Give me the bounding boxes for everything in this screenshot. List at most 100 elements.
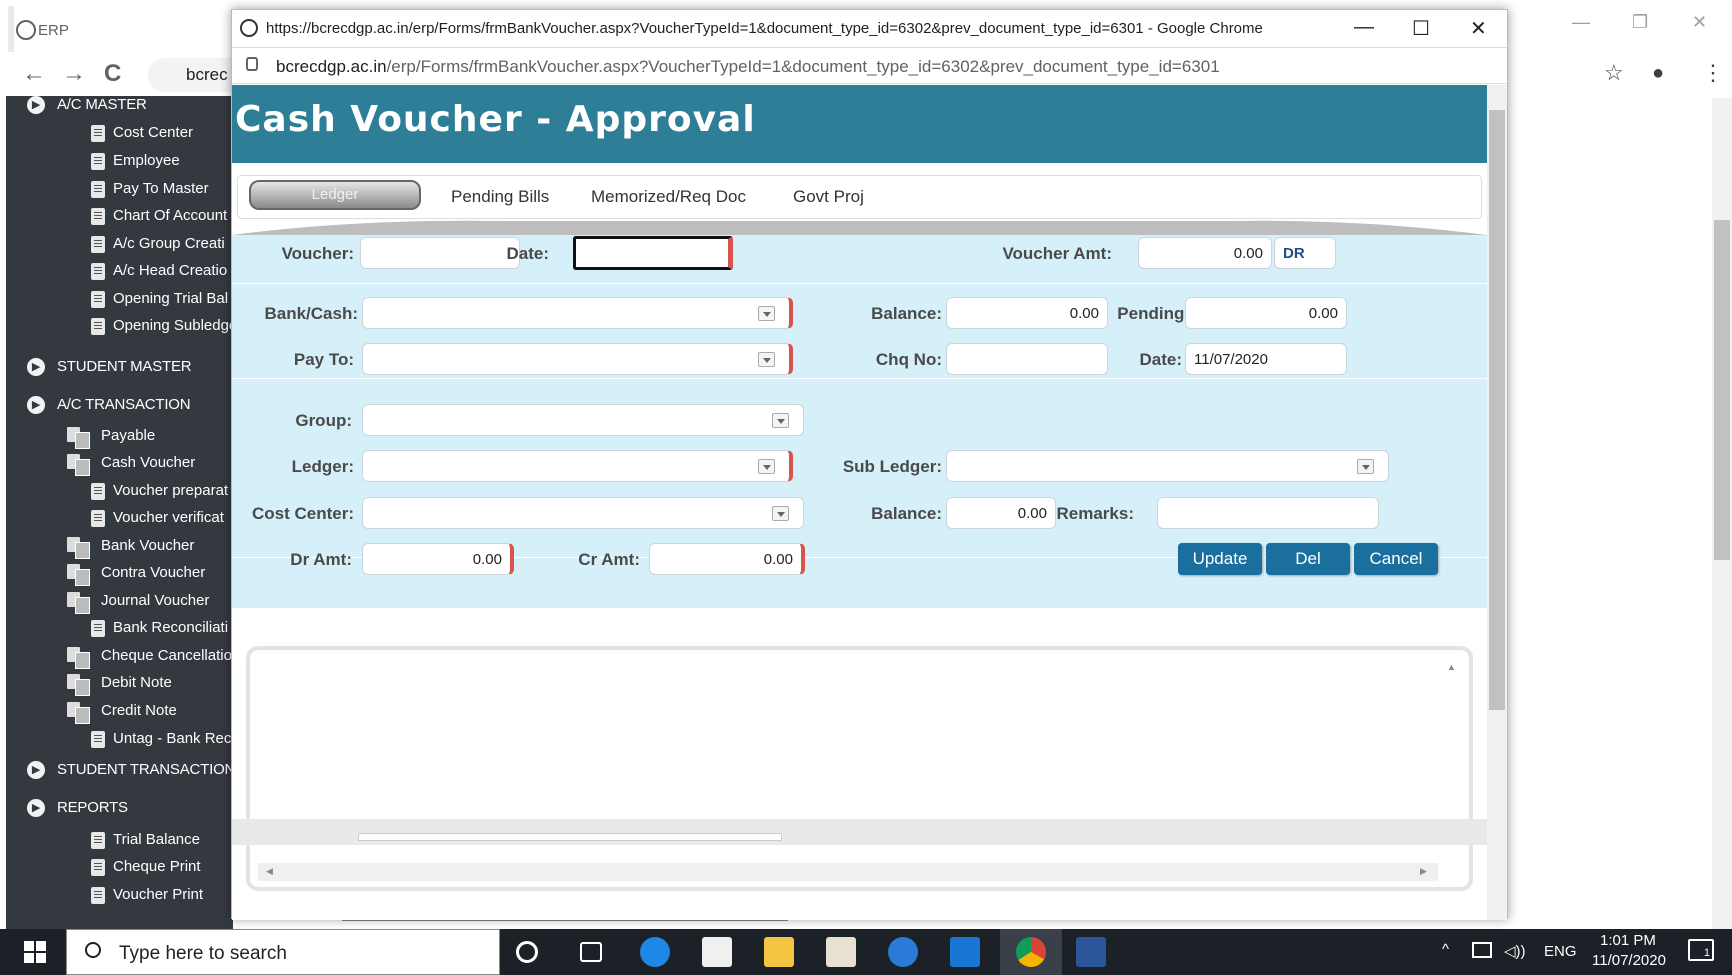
sidebar-item-opening-subledger[interactable]: Opening Subledge [91,317,233,335]
sidebar-item-cash-voucher[interactable]: Cash Voucher [67,454,195,476]
minimize-button[interactable]: — [1354,16,1374,39]
restore-button[interactable]: ❐ [1632,12,1648,33]
reload-icon[interactable]: C [104,60,121,88]
sidebar-item-payable[interactable]: Payable [67,427,155,449]
sidebar-item-ac-group-creation[interactable]: A/c Group Creati [91,235,225,253]
expand-icon: ▶ [27,761,45,779]
pay-to-select[interactable] [362,343,793,375]
voucher-form: Voucher: Date: Voucher Amt: 0.00 DR Bank… [232,235,1487,608]
sidebar-item-ac-head-creation[interactable]: A/c Head Creatio [91,262,227,280]
store-icon[interactable] [702,937,732,967]
url-domain: bcrecdgp.ac.in [276,57,387,76]
tab-pending-bills[interactable]: Pending Bills [451,187,549,207]
volume-icon[interactable]: ◁)) [1504,942,1526,960]
forward-arrow-icon[interactable]: → [62,60,86,88]
language-indicator[interactable]: ENG [1544,943,1577,960]
sidebar-item-credit-note[interactable]: Credit Note [67,702,177,724]
internet-explorer-icon[interactable] [888,937,918,967]
back-arrow-icon[interactable]: ← [22,60,46,88]
sidebar-item-chart-of-account[interactable]: Chart Of Account [91,207,227,225]
sidebar-item-trial-balance[interactable]: Trial Balance [91,831,200,849]
sidebar-item-pay-to-master[interactable]: Pay To Master [91,180,209,198]
minimize-button[interactable]: — [1572,12,1590,33]
tray-chevron-icon[interactable]: ^ [1442,941,1449,958]
chq-date-input[interactable]: 11/07/2020 [1185,343,1347,375]
chevron-down-icon[interactable] [758,352,775,367]
chq-no-input[interactable] [946,343,1108,375]
del-button[interactable]: Del [1266,543,1350,575]
cr-amt-input[interactable]: 0.00 [649,543,805,575]
sidebar-item-voucher-print[interactable]: Voucher Print [91,886,203,904]
scroll-right-arrow-icon[interactable]: ▶ [1420,866,1427,877]
sidebar-item-journal-voucher[interactable]: Journal Voucher [67,592,209,614]
sidebar-item-voucher-verification[interactable]: Voucher verificat [91,509,224,527]
dr-amt-input[interactable]: 0.00 [362,543,514,575]
cost-center-select[interactable] [362,497,804,529]
sidebar-section-ac-transaction[interactable]: ▶ A/C TRANSACTION [27,396,191,414]
edge-icon[interactable] [640,937,670,967]
popup-url-bar[interactable]: bcrecdgp.ac.in/erp/Forms/frmBankVoucher.… [232,48,1507,84]
voucher-grid[interactable]: ▲ ▼ ◀ ▶ [246,646,1473,891]
taskbar-search-box[interactable]: Type here to search [66,929,500,975]
sidebar-item-bank-reconciliation[interactable]: Bank Reconciliati [91,619,228,637]
date-input[interactable] [573,236,733,270]
chevron-down-icon[interactable] [758,459,775,474]
chevron-down-icon[interactable] [772,413,789,428]
sub-ledger-select[interactable] [946,450,1389,482]
bank-cash-select[interactable] [362,297,793,329]
close-button[interactable]: ✕ [1470,16,1487,41]
update-button[interactable]: Update [1178,543,1262,575]
sidebar-item-debit-note[interactable]: Debit Note [67,674,172,696]
mail-icon[interactable] [950,937,980,967]
network-icon[interactable] [1472,942,1492,958]
sidebar-section-student-master[interactable]: ▶ STUDENT MASTER [27,358,192,376]
sidebar-item-cost-center[interactable]: Cost Center [91,124,193,142]
sidebar-item-cheque-cancellation[interactable]: Cheque Cancellatio [67,647,232,669]
popup-vertical-scroll-thumb[interactable] [1489,110,1505,710]
sidebar-item-opening-trial-balance[interactable]: Opening Trial Bal [91,290,228,308]
ledger-select[interactable] [362,450,793,482]
cortana-icon[interactable] [516,941,538,963]
popup-horizontal-scroll-thumb[interactable] [358,833,782,841]
close-button[interactable]: ✕ [1692,12,1707,33]
background-tab-erp[interactable]: ERP [8,6,238,52]
menu-icon[interactable]: ⋮ [1702,60,1724,86]
chevron-down-icon[interactable] [1357,459,1374,474]
account-icon[interactable]: ● [1652,62,1664,85]
cost-center-label: Cost Center: [251,504,354,523]
clock-time[interactable]: 1:01 PM [1600,932,1656,949]
sidebar-item-bank-voucher[interactable]: Bank Voucher [67,537,194,559]
cancel-button[interactable]: Cancel [1354,543,1438,575]
tab-govt-proj[interactable]: Govt Proj [793,187,864,207]
sidebar-section-ac-master[interactable]: ▶ A/C MASTER [27,96,147,114]
maximize-button[interactable]: ☐ [1412,16,1430,41]
chevron-down-icon[interactable] [758,306,775,321]
sidebar-item-cheque-print[interactable]: Cheque Print [91,858,201,876]
star-icon[interactable]: ☆ [1604,60,1624,86]
group-select[interactable] [362,404,804,436]
clock-date[interactable]: 11/07/2020 [1592,952,1666,969]
sidebar-section-reports[interactable]: ▶ REPORTS [27,799,128,817]
sidebar-item-employee[interactable]: Employee [91,152,180,170]
chrome-icon[interactable] [1016,937,1046,967]
sidebar-item-untag-bank-reco[interactable]: Untag - Bank Rec [91,730,231,748]
background-scroll-thumb[interactable] [1714,220,1730,560]
sidebar-item-voucher-preparation[interactable]: Voucher preparat [91,482,228,500]
windows-start-icon[interactable] [24,941,46,963]
scroll-up-arrow-icon[interactable]: ▲ [1447,662,1456,672]
sidebar-section-student-transaction[interactable]: ▶ STUDENT TRANSACTION [27,761,233,779]
tab-ledger[interactable]: Ledger [249,180,421,210]
grid-horizontal-scrollbar[interactable]: ◀ ▶ [258,863,1438,881]
popup-horizontal-scrollbar[interactable] [232,819,1487,845]
calendar-app-icon[interactable] [826,937,856,967]
chevron-down-icon[interactable] [772,506,789,521]
tab-memorized-req-doc[interactable]: Memorized/Req Doc [591,187,746,207]
bank-cash-label: Bank/Cash: [264,304,358,323]
word-icon[interactable] [1076,937,1106,967]
sidebar-item-contra-voucher[interactable]: Contra Voucher [67,564,205,586]
scroll-left-arrow-icon[interactable]: ◀ [266,866,273,877]
task-view-icon[interactable] [580,942,602,962]
remarks-input[interactable] [1157,497,1379,529]
file-explorer-icon[interactable] [764,937,794,967]
notification-icon[interactable]: 1 [1688,939,1714,961]
